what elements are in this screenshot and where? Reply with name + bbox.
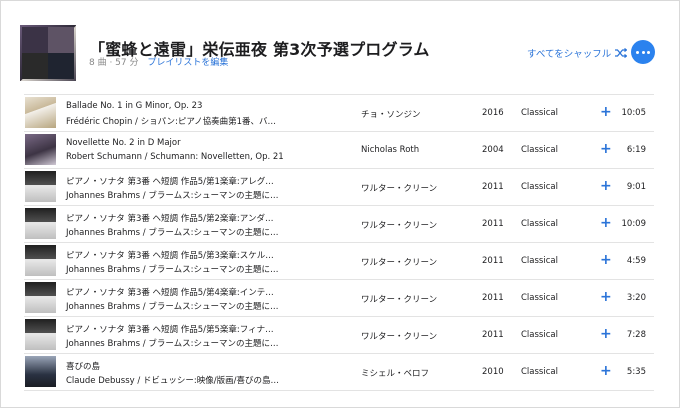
track-album: Frédéric Chopin / ショパン:ピアノ協奏曲第1番、バ… (66, 117, 277, 127)
playlist-cover-art (20, 25, 76, 81)
track-album: Robert Schumann / Schumann: Novelletten,… (66, 152, 284, 162)
album-art (25, 282, 56, 313)
track-album: Claude Debussy / ドビュッシー:映像/版画/喜びの島… (66, 376, 280, 386)
add-icon[interactable]: + (600, 327, 612, 341)
add-icon[interactable]: + (600, 290, 612, 304)
more-dot-icon (641, 50, 645, 54)
add-icon[interactable]: + (600, 179, 612, 193)
track-duration: 10:05 (621, 108, 647, 118)
track-artist: ミシェル・ベロフ (361, 369, 430, 379)
track-artist: ワルター・クリーン (361, 221, 438, 231)
track-row[interactable]: ピアノ・ソナタ 第3番 ヘ短調 作品5/第1楽章:アレグ… Johannes B… (24, 168, 654, 205)
add-icon[interactable]: + (600, 142, 612, 156)
track-year: 2011 (482, 256, 504, 266)
track-title: ピアノ・ソナタ 第3番 ヘ短調 作品5/第3楽章:スケル… (66, 251, 274, 261)
track-row[interactable]: ピアノ・ソナタ 第3番 ヘ短調 作品5/第4楽章:インテ… Johannes B… (24, 279, 654, 316)
track-album: Johannes Brahms / ブラームス:シューマンの主題に… (66, 265, 279, 275)
shuffle-all-button[interactable]: すべてをシャッフル (527, 46, 628, 60)
album-art (25, 134, 56, 165)
shuffle-all-label: すべてをシャッフル (527, 49, 612, 60)
album-art (25, 319, 56, 350)
album-art (25, 245, 56, 276)
track-genre: Classical (521, 367, 558, 377)
track-artist: ワルター・クリーン (361, 184, 438, 194)
add-icon[interactable]: + (600, 253, 612, 267)
track-album: Johannes Brahms / ブラームス:シューマンの主題に… (66, 228, 279, 238)
track-row[interactable]: ピアノ・ソナタ 第3番 ヘ短調 作品5/第3楽章:スケル… Johannes B… (24, 242, 654, 279)
track-row[interactable]: ピアノ・ソナタ 第3番 ヘ短調 作品5/第5楽章:フィナ… Johannes B… (24, 316, 654, 353)
track-title: Novellette No. 2 in D Major (66, 138, 181, 148)
track-title: ピアノ・ソナタ 第3番 ヘ短調 作品5/第4楽章:インテ… (66, 288, 274, 298)
track-album: Johannes Brahms / ブラームス:シューマンの主題に… (66, 339, 279, 349)
add-icon[interactable]: + (600, 216, 612, 230)
track-year: 2011 (482, 219, 504, 229)
track-genre: Classical (521, 293, 558, 303)
track-artist: ワルター・クリーン (361, 258, 438, 268)
track-title: ピアノ・ソナタ 第3番 ヘ短調 作品5/第5楽章:フィナ… (66, 325, 274, 335)
track-title: ピアノ・ソナタ 第3番 ヘ短調 作品5/第1楽章:アレグ… (66, 177, 274, 187)
track-album: Johannes Brahms / ブラームス:シューマンの主題に… (66, 302, 279, 312)
track-year: 2010 (482, 367, 504, 377)
track-row[interactable]: 喜びの島 Claude Debussy / ドビュッシー:映像/版画/喜びの島…… (24, 353, 654, 391)
track-year: 2004 (482, 145, 504, 155)
album-art (25, 208, 56, 239)
track-year: 2011 (482, 293, 504, 303)
more-dot-icon (636, 50, 640, 54)
track-count: 8 曲 · 57 分 (89, 58, 139, 68)
more-dot-icon (646, 50, 650, 54)
track-title: Ballade No. 1 in G Minor, Op. 23 (66, 101, 203, 111)
playlist-meta: 8 曲 · 57 分 プレイリストを編集 (89, 55, 228, 68)
track-duration: 10:09 (621, 219, 647, 229)
track-duration: 9:01 (626, 182, 646, 192)
add-icon[interactable]: + (600, 364, 612, 378)
track-album: Johannes Brahms / ブラームス:シューマンの主題に… (66, 191, 279, 201)
album-art (25, 171, 56, 202)
track-row[interactable]: ピアノ・ソナタ 第3番 ヘ短調 作品5/第2楽章:アンダ… Johannes B… (24, 205, 654, 242)
track-duration: 7:28 (626, 330, 646, 340)
track-duration: 4:59 (626, 256, 646, 266)
track-genre: Classical (521, 256, 558, 266)
track-title: ピアノ・ソナタ 第3番 ヘ短調 作品5/第2楽章:アンダ… (66, 214, 274, 224)
track-genre: Classical (521, 219, 558, 229)
album-art (25, 97, 56, 128)
track-year: 2016 (482, 108, 504, 118)
track-genre: Classical (521, 182, 558, 192)
track-row[interactable]: Ballade No. 1 in G Minor, Op. 23 Frédéri… (24, 94, 654, 131)
track-artist: ワルター・クリーン (361, 332, 438, 342)
track-genre: Classical (521, 330, 558, 340)
track-year: 2011 (482, 330, 504, 340)
playlist-header: 「蜜蜂と遠雷」栄伝亜夜 第3次予選プログラム 8 曲 · 57 分 プレイリスト… (20, 25, 660, 85)
edit-playlist-link[interactable]: プレイリストを編集 (147, 58, 228, 68)
track-artist: Nicholas Roth (361, 145, 420, 155)
album-art (25, 356, 56, 387)
track-duration: 6:19 (626, 145, 646, 155)
track-artist: チョ・ソンジン (361, 110, 421, 120)
track-row[interactable]: Novellette No. 2 in D Major Robert Schum… (24, 131, 654, 168)
add-icon[interactable]: + (600, 105, 612, 119)
track-year: 2011 (482, 182, 504, 192)
track-genre: Classical (521, 108, 558, 118)
more-options-button[interactable] (631, 40, 655, 64)
track-artist: ワルター・クリーン (361, 295, 438, 305)
track-genre: Classical (521, 145, 558, 155)
track-title: 喜びの島 (66, 362, 101, 372)
track-list: Ballade No. 1 in G Minor, Op. 23 Frédéri… (24, 94, 654, 391)
track-duration: 3:20 (626, 293, 646, 303)
shuffle-icon (615, 48, 628, 58)
track-duration: 5:35 (626, 367, 646, 377)
